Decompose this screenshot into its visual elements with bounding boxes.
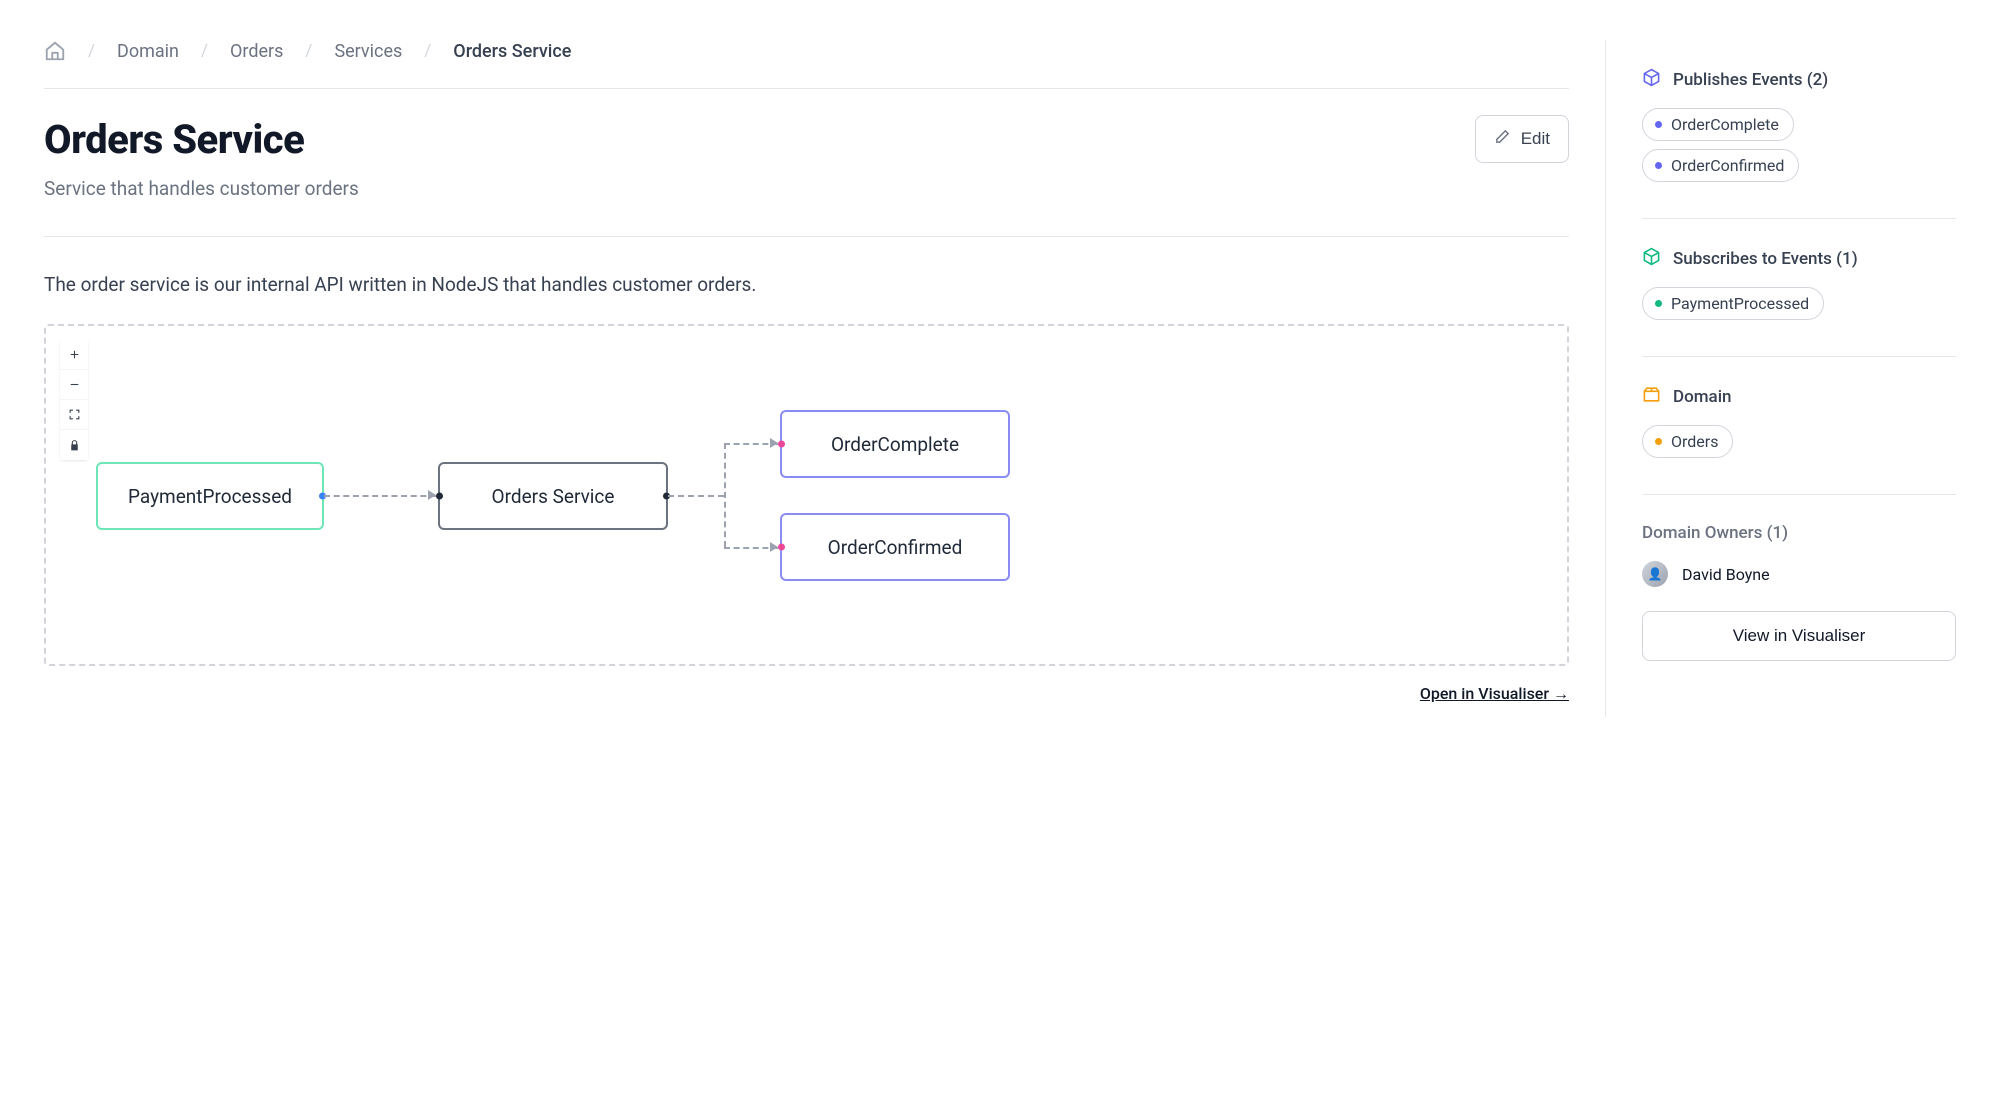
event-pill-ordercomplete[interactable]: OrderComplete xyxy=(1642,108,1794,141)
owner-row[interactable]: 👤 David Boyne xyxy=(1642,561,1956,587)
view-in-visualiser-button[interactable]: View in Visualiser xyxy=(1642,611,1956,661)
home-icon[interactable] xyxy=(44,40,66,62)
diagram-edge xyxy=(324,495,436,497)
breadcrumb-domain[interactable]: Domain xyxy=(117,41,179,62)
diagram-controls xyxy=(60,340,88,460)
page-subtitle: Service that handles customer orders xyxy=(44,177,1569,237)
edit-button-label: Edit xyxy=(1521,129,1550,149)
zoom-out-button[interactable] xyxy=(60,370,88,400)
open-in-visualiser-link[interactable]: Open in Visualiser → xyxy=(1420,684,1569,703)
domain-pill-orders[interactable]: Orders xyxy=(1642,425,1733,458)
diagram-edge xyxy=(668,495,724,497)
edit-button[interactable]: Edit xyxy=(1475,115,1569,163)
description-text: The order service is our internal API wr… xyxy=(44,273,1569,296)
breadcrumb-orders[interactable]: Orders xyxy=(230,41,283,62)
lock-button[interactable] xyxy=(60,430,88,460)
avatar: 👤 xyxy=(1642,561,1668,587)
event-pill-orderconfirmed[interactable]: OrderConfirmed xyxy=(1642,149,1799,182)
zoom-in-button[interactable] xyxy=(60,340,88,370)
owners-heading: Domain Owners (1) xyxy=(1642,523,1956,543)
cube-icon xyxy=(1642,247,1661,271)
diagram-node-ordercomplete[interactable]: OrderComplete xyxy=(780,410,1010,478)
box-icon xyxy=(1642,385,1661,409)
breadcrumb: / Domain / Orders / Services / Orders Se… xyxy=(44,40,1569,89)
diagram-node-paymentprocessed[interactable]: PaymentProcessed xyxy=(96,462,324,530)
cube-icon xyxy=(1642,68,1661,92)
owner-name: David Boyne xyxy=(1682,565,1770,584)
domain-heading: Domain xyxy=(1642,385,1956,409)
pencil-icon xyxy=(1494,128,1511,150)
breadcrumb-services[interactable]: Services xyxy=(334,41,402,62)
diagram-node-orderconfirmed[interactable]: OrderConfirmed xyxy=(780,513,1010,581)
diagram-canvas[interactable]: PaymentProcessed Orders Service OrderCom… xyxy=(44,324,1569,666)
event-pill-paymentprocessed[interactable]: PaymentProcessed xyxy=(1642,287,1824,320)
publishes-heading: Publishes Events (2) xyxy=(1642,68,1956,92)
subscribes-heading: Subscribes to Events (1) xyxy=(1642,247,1956,271)
fit-view-button[interactable] xyxy=(60,400,88,430)
diagram-node-service[interactable]: Orders Service xyxy=(438,462,668,530)
sidebar: Publishes Events (2) OrderComplete Order… xyxy=(1606,40,1956,717)
page-title: Orders Service xyxy=(44,116,304,163)
breadcrumb-current[interactable]: Orders Service xyxy=(453,41,571,62)
